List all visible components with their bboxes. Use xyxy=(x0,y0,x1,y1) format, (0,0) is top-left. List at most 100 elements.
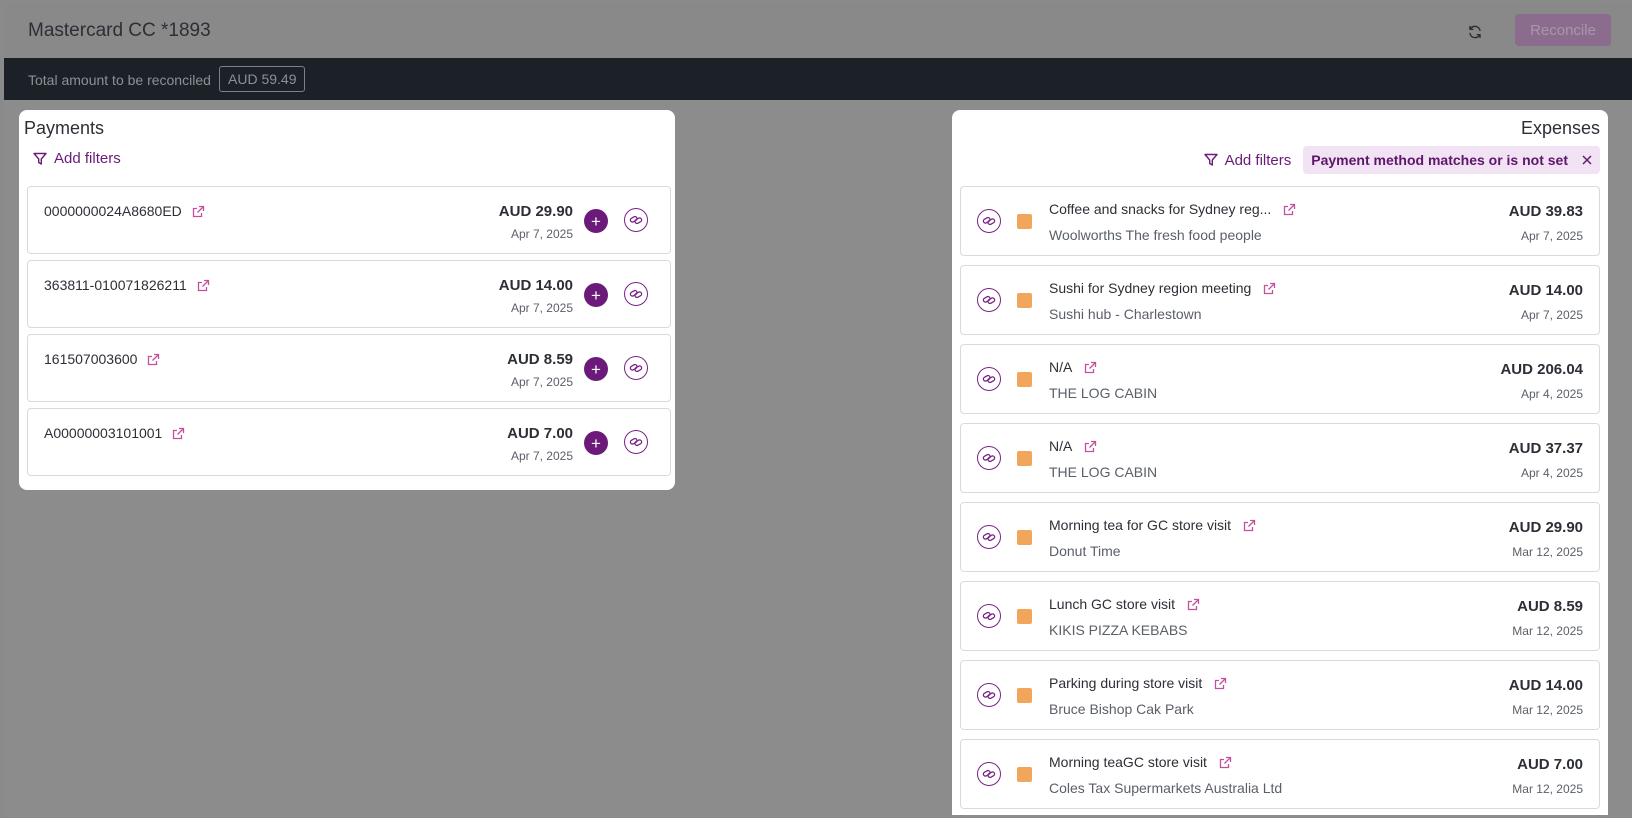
external-link-icon[interactable] xyxy=(172,427,185,440)
link-icon xyxy=(982,295,996,305)
filter-icon xyxy=(1203,153,1218,166)
link-icon xyxy=(629,437,643,447)
expense-date: Apr 7, 2025 xyxy=(1520,229,1583,243)
expense-amount: AUD 8.59 xyxy=(1517,598,1583,615)
external-link-icon[interactable] xyxy=(1243,519,1256,532)
expenses-add-filters-button[interactable]: Add filters xyxy=(1202,148,1294,173)
expense-amount: AUD 206.04 xyxy=(1500,361,1583,378)
external-link-icon[interactable] xyxy=(1283,203,1296,216)
add-expense-button[interactable]: + xyxy=(584,357,608,381)
match-link-button[interactable] xyxy=(977,367,1001,391)
expense-card[interactable]: Sushi for Sydney region meeting Sushi hub… xyxy=(960,265,1600,335)
match-link-button[interactable] xyxy=(977,525,1001,549)
add-expense-button[interactable]: + xyxy=(584,209,608,233)
match-link-button[interactable] xyxy=(624,356,648,380)
close-icon[interactable] xyxy=(1582,155,1592,165)
expense-merchant: Woolworths The fresh food people xyxy=(1049,227,1262,243)
total-amount-badge: AUD 59.49 xyxy=(219,66,306,92)
payment-card[interactable]: 161507003600 AUD 8.59 Apr 7, 2025 + xyxy=(27,334,671,402)
match-link-button[interactable] xyxy=(977,683,1001,707)
add-filters-label: Add filters xyxy=(1224,151,1292,169)
match-link-button[interactable] xyxy=(624,208,648,232)
payment-amount: AUD 7.00 xyxy=(507,425,573,442)
external-link-icon[interactable] xyxy=(1187,598,1200,611)
expense-card[interactable]: N/A THE LOG CABIN AUD 206.04 Apr 4, 2025 xyxy=(960,344,1600,414)
expense-title: N/A xyxy=(1049,359,1073,375)
expense-card[interactable]: Morning tea for GC store visit Donut Time… xyxy=(960,502,1600,572)
plus-icon: + xyxy=(591,359,601,379)
payment-amount: AUD 8.59 xyxy=(507,351,573,368)
filter-icon xyxy=(33,152,47,165)
link-icon xyxy=(982,374,996,384)
add-expense-button[interactable]: + xyxy=(584,283,608,307)
expense-card[interactable]: N/A THE LOG CABIN AUD 37.37 Apr 4, 2025 xyxy=(960,423,1600,493)
external-link-icon[interactable] xyxy=(1219,756,1232,769)
payment-date: Apr 7, 2025 xyxy=(510,227,573,241)
match-link-button[interactable] xyxy=(977,604,1001,628)
expense-title: Lunch GC store visit xyxy=(1049,596,1176,612)
expense-title: Parking during store visit xyxy=(1049,675,1203,691)
external-link-icon[interactable] xyxy=(1214,677,1227,690)
page-title: Mastercard CC *1893 xyxy=(28,20,211,41)
payment-card[interactable]: 0000000024A8680ED AUD 29.90 Apr 7, 2025 … xyxy=(27,186,671,254)
plus-icon: + xyxy=(591,285,601,305)
expense-merchant: Donut Time xyxy=(1049,543,1121,559)
link-icon xyxy=(982,532,996,542)
expense-date: Mar 12, 2025 xyxy=(1512,703,1583,717)
expense-merchant: THE LOG CABIN xyxy=(1049,385,1158,401)
expense-title: Morning tea for GC store visit xyxy=(1049,517,1232,533)
expense-date: Apr 4, 2025 xyxy=(1520,466,1583,480)
category-square[interactable] xyxy=(1017,293,1032,308)
payment-date: Apr 7, 2025 xyxy=(510,375,573,389)
payment-card[interactable]: 363811-010071826211 AUD 14.00 Apr 7, 202… xyxy=(27,260,671,328)
expense-card[interactable]: Lunch GC store visit KIKIS PIZZA KEBABS AU… xyxy=(960,581,1600,651)
expense-card[interactable]: Morning teaGC store visit Coles Tax Super… xyxy=(960,739,1600,809)
add-filters-label: Add filters xyxy=(54,150,121,167)
category-square[interactable] xyxy=(1017,214,1032,229)
expense-amount: AUD 14.00 xyxy=(1508,282,1583,299)
match-link-button[interactable] xyxy=(977,288,1001,312)
expense-date: Mar 12, 2025 xyxy=(1512,545,1583,559)
payments-panel: Payments Add filters 0000000024A8680ED A… xyxy=(19,110,675,490)
external-link-icon[interactable] xyxy=(192,205,205,218)
link-icon xyxy=(629,289,643,299)
category-square[interactable] xyxy=(1017,451,1032,466)
external-link-icon[interactable] xyxy=(1084,361,1097,374)
match-link-button[interactable] xyxy=(977,209,1001,233)
reconcile-button[interactable]: Reconcile xyxy=(1515,14,1611,46)
category-square[interactable] xyxy=(1017,767,1032,782)
expense-amount: AUD 39.83 xyxy=(1508,203,1583,220)
refresh-icon[interactable] xyxy=(1464,21,1486,43)
payments-add-filters-button[interactable]: Add filters xyxy=(31,146,123,171)
match-link-button[interactable] xyxy=(624,430,648,454)
match-link-button[interactable] xyxy=(624,282,648,306)
plus-icon: + xyxy=(591,433,601,453)
payment-card[interactable]: A00000003101001 AUD 7.00 Apr 7, 2025 + xyxy=(27,408,671,476)
expense-amount: AUD 14.00 xyxy=(1508,677,1583,694)
filter-chip[interactable]: Payment method matches or is not set xyxy=(1303,146,1600,174)
external-link-icon[interactable] xyxy=(1084,440,1097,453)
match-link-button[interactable] xyxy=(977,446,1001,470)
match-link-button[interactable] xyxy=(977,762,1001,786)
category-square[interactable] xyxy=(1017,688,1032,703)
modal-header: Mastercard CC *1893 Reconcile xyxy=(4,3,1632,59)
payment-ref: 161507003600 xyxy=(44,351,138,367)
expenses-title: Expenses xyxy=(1520,118,1600,138)
expense-title: Sushi for Sydney region meeting xyxy=(1049,280,1252,296)
add-expense-button[interactable]: + xyxy=(584,431,608,455)
external-link-icon[interactable] xyxy=(197,279,210,292)
expense-amount: AUD 37.37 xyxy=(1508,440,1583,457)
expense-card[interactable]: Parking during store visit Bruce Bishop C… xyxy=(960,660,1600,730)
category-square[interactable] xyxy=(1017,530,1032,545)
external-link-icon[interactable] xyxy=(1263,282,1276,295)
expense-merchant: Sushi hub - Charlestown xyxy=(1049,306,1202,322)
category-square[interactable] xyxy=(1017,609,1032,624)
payment-ref: 0000000024A8680ED xyxy=(44,203,182,219)
expense-card[interactable]: Coffee and snacks for Sydney reg... Woolw… xyxy=(960,186,1600,256)
link-icon xyxy=(982,611,996,621)
category-square[interactable] xyxy=(1017,372,1032,387)
total-label: Total amount to be reconciled xyxy=(28,72,211,88)
payment-ref: A00000003101001 xyxy=(44,425,163,441)
external-link-icon[interactable] xyxy=(147,353,160,366)
expense-date: Mar 12, 2025 xyxy=(1512,624,1583,638)
